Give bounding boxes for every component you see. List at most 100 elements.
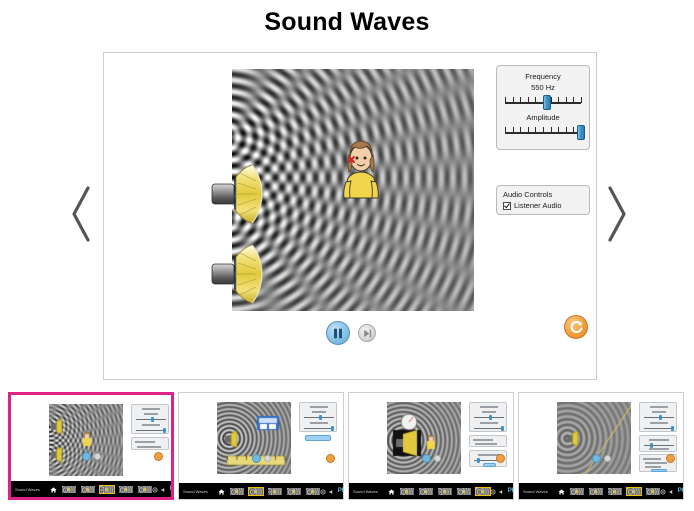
- thumbnail-text-line: [650, 406, 668, 408]
- thumbnail-navbar-tab: [267, 487, 282, 495]
- thumbnail-button: [651, 469, 667, 472]
- thumbnail-text-line: [310, 422, 328, 424]
- thumbnail-reset-button: [154, 452, 163, 461]
- thumbnail-navbar-tab: [286, 487, 301, 495]
- step-forward-button[interactable]: [358, 324, 376, 342]
- thumbnail-control-panel: [469, 402, 507, 432]
- thumbnail-navbar-right: PhiET.: [660, 482, 683, 499]
- thumbnail-transport: [179, 454, 343, 463]
- thumbnail-button: [483, 463, 496, 467]
- thumbnail-slider: [304, 426, 335, 431]
- frequency-value: 550 Hz: [531, 83, 555, 92]
- thumbnail-home-icon: [388, 482, 395, 499]
- thumbnail-gear-icon: [660, 482, 666, 499]
- chevron-left-icon[interactable]: [64, 178, 98, 250]
- thumbnail-navbar-tab: [625, 486, 642, 496]
- thumbnail-text-line: [473, 439, 493, 441]
- thumbnail-navbar-tab: [399, 487, 414, 495]
- frequency-slider[interactable]: [505, 94, 582, 110]
- thumbnail-step-button: [603, 455, 611, 462]
- pause-button[interactable]: [326, 321, 350, 345]
- thumbnail-navbar-tabs: [388, 482, 491, 499]
- thumbnail-text-line: [649, 439, 669, 441]
- thumbnail-navbar-tabs: [50, 480, 152, 497]
- transport-controls: [104, 321, 596, 345]
- thumbnail-text-line: [645, 466, 661, 468]
- thumbnail-control-panel: [299, 402, 337, 432]
- thumbnail-text-line: [480, 406, 498, 408]
- thumbnail-content: Sound Waves PhiET.: [11, 395, 171, 497]
- thumbnail-content: Sound Waves PhiET.: [349, 393, 513, 499]
- thumbnail-slider: [644, 415, 674, 420]
- thumbnail-navbar-tab: [98, 484, 115, 494]
- thumbnail-navbar-tab: [137, 485, 152, 493]
- screenshot-thumbnail-strip: Sound WavesPhiET.Sound WavesPhiET.Sound …: [8, 392, 686, 502]
- thumbnail-card-measure[interactable]: Sound Waves PhiET.: [178, 392, 344, 500]
- thumbnail-navbar: Sound Waves PhiET.: [349, 483, 513, 499]
- amplitude-slider[interactable]: [505, 124, 585, 140]
- thumbnail-text-line: [137, 446, 161, 448]
- thumbnail-home-icon: [558, 482, 565, 499]
- checkbox-icon[interactable]: [503, 201, 511, 210]
- thumbnail-card-air-pressure[interactable]: Sound Waves PhiET.: [348, 392, 514, 500]
- thumbnail-step-button: [93, 453, 101, 460]
- audio-controls-title: Audio Controls: [503, 190, 553, 199]
- thumbnail-text-line: [135, 441, 155, 443]
- thumbnail-navbar-sim-name: Sound Waves: [183, 488, 208, 494]
- thumbnail-navbar-tab: [305, 487, 320, 495]
- listener-audio-checkbox-row[interactable]: Listener Audio: [503, 201, 584, 210]
- thumbnail-navbar-tab: [588, 487, 603, 495]
- thumbnail-sim-area: [349, 393, 513, 483]
- amplitude-slider-ticks: [505, 127, 582, 133]
- audio-controls-panel: Audio Controls Listener Audio: [496, 185, 590, 215]
- thumbnail-navbar-right: PhiET.: [490, 482, 513, 499]
- thumbnail-wave-field: [557, 402, 631, 474]
- thumbnail-navbar-tab: [229, 487, 244, 495]
- page-title: Sound Waves: [264, 8, 430, 36]
- thumbnail-pause-button: [251, 454, 261, 463]
- thumbnail-text-line: [310, 406, 328, 408]
- simulation-frame: Frequency 550 Hz Amplitude Audio Control…: [103, 52, 597, 380]
- thumbnail-pause-button: [421, 454, 431, 463]
- thumbnail-control-panel: [131, 437, 169, 450]
- thumbnail-transport: [519, 454, 683, 463]
- thumbnail-navbar-tab: [456, 487, 471, 495]
- thumbnail-phet-logo: PhiET.: [677, 488, 683, 494]
- thumbnail-pause-button: [81, 452, 91, 461]
- thumbnail-navbar-tab: [607, 487, 622, 495]
- frequency-slider-thumb[interactable]: [542, 95, 551, 110]
- thumbnail-navbar: Sound Waves PhiET.: [11, 481, 171, 497]
- thumbnail-control-panel: [131, 404, 169, 434]
- thumbnail-navbar-tab: [645, 487, 660, 495]
- thumbnail-navbar-sim-name: Sound Waves: [353, 488, 378, 494]
- chevron-right-icon[interactable]: [600, 178, 634, 250]
- thumbnail-slider: [304, 415, 334, 420]
- wave-controls-panel: Frequency 550 Hz Amplitude: [496, 65, 590, 150]
- thumbnail-text-line: [475, 443, 497, 445]
- thumbnail-navbar: Sound Waves PhiET.: [519, 483, 683, 499]
- speaker-top[interactable]: [210, 163, 272, 225]
- reset-all-button[interactable]: [564, 315, 588, 339]
- thumbnail-navbar-right: PhiET.: [320, 482, 343, 499]
- speaker-bottom[interactable]: [210, 243, 272, 305]
- thumbnail-sound-icon: [161, 480, 167, 497]
- thumbnail-text-line: [142, 408, 160, 410]
- thumbnail-navbar-tabs: [218, 482, 320, 499]
- thumbnail-text-line: [649, 448, 669, 450]
- thumbnail-transport: [349, 454, 513, 463]
- thumbnail-card-two-sources[interactable]: Sound Waves PhiET.: [8, 392, 174, 500]
- thumbnail-navbar-tab: [418, 487, 433, 495]
- listener-character[interactable]: [341, 138, 381, 200]
- thumbnail-wave-field: [49, 404, 123, 476]
- amplitude-slider-thumb[interactable]: [577, 125, 585, 140]
- thumbnail-navbar-right: PhiET.: [152, 480, 171, 497]
- thumbnail-pause-button: [591, 454, 601, 463]
- thumbnail-text-line: [480, 422, 498, 424]
- thumbnail-sim-area: [11, 395, 171, 481]
- thumbnail-text-line: [312, 411, 326, 413]
- thumbnail-navbar-tab: [61, 485, 76, 493]
- thumbnail-sim-area: [179, 393, 343, 483]
- thumbnail-navbar-tab: [437, 487, 452, 495]
- thumbnail-gear-icon: [152, 480, 158, 497]
- thumbnail-card-reflection[interactable]: Sound Waves PhiET.: [518, 392, 684, 500]
